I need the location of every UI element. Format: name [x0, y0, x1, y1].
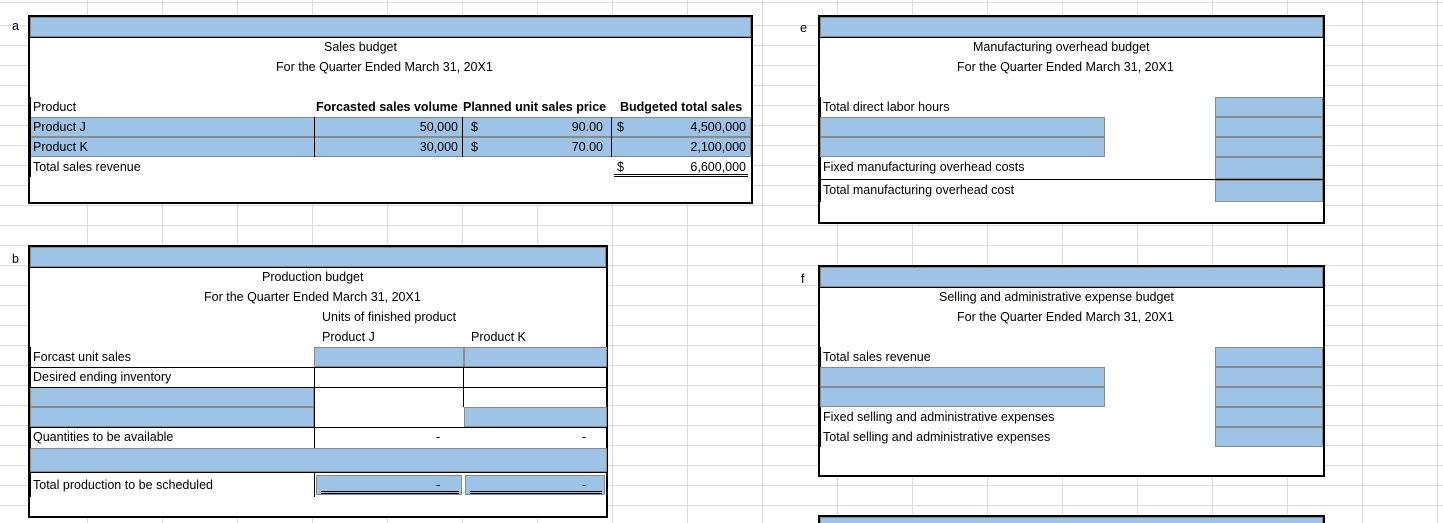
- selling-var-rate-input-1[interactable]: [820, 367, 1105, 387]
- sales-row-j-volume: 50,000: [419, 120, 458, 134]
- sales-row-j-price: 90.00: [571, 120, 603, 134]
- selling-title: Selling and administrative expense budge…: [939, 290, 1174, 304]
- section-letter-f: f: [801, 272, 805, 286]
- production-ending-label: Desired ending inventory: [33, 370, 172, 384]
- overhead-total-label: Total manufacturing overhead cost: [823, 183, 1015, 197]
- selling-revenue-input[interactable]: [1215, 347, 1323, 367]
- selling-total-input[interactable]: [1215, 427, 1323, 447]
- production-budget-title: Production budget: [262, 270, 364, 284]
- selling-header-input[interactable]: [820, 267, 1323, 287]
- overhead-var-value-input-1[interactable]: [1215, 117, 1323, 137]
- production-forecast-k-input[interactable]: [464, 347, 607, 367]
- sales-header-volume: Forcasted sales volume: [316, 100, 458, 114]
- production-available-j: -: [436, 430, 441, 444]
- sales-total-double-underline: [614, 173, 748, 177]
- selling-subtitle: For the Quarter Ended March 31, 20X1: [957, 310, 1174, 324]
- production-forecast-j-input[interactable]: [314, 347, 464, 367]
- overhead-title: Manufacturing overhead budget: [973, 40, 1150, 54]
- section-letter-e: e: [800, 21, 807, 35]
- selling-fixed-label: Fixed selling and administrative expense…: [823, 410, 1055, 424]
- sales-budget-header-input[interactable]: [30, 17, 751, 37]
- production-col-j: Product J: [322, 330, 375, 344]
- overhead-fixed-label: Fixed manufacturing overhead costs: [823, 160, 1025, 174]
- sales-row-k-price: 70.00: [571, 140, 603, 154]
- production-row-input-2[interactable]: [30, 407, 314, 427]
- overhead-labor-label: Total direct labor hours: [823, 100, 950, 114]
- production-available-k: -: [582, 430, 587, 444]
- production-forecast-label: Forcast unit sales: [33, 350, 131, 364]
- production-total-k-underline: [470, 490, 602, 494]
- production-k-input-2[interactable]: [464, 407, 607, 427]
- production-total-label: Total production to be scheduled: [33, 478, 213, 492]
- sales-header-product: Product: [33, 100, 77, 114]
- overhead-fixed-input[interactable]: [1215, 157, 1323, 179]
- section-letter-a: a: [12, 19, 19, 33]
- selling-total-label: Total selling and administrative expense…: [823, 430, 1051, 444]
- sales-row-k-label: Product K: [33, 140, 88, 154]
- sales-budget-title-wrap: Sales budget: [30, 38, 751, 56]
- selling-var-value-input-2[interactable]: [1215, 387, 1323, 407]
- section-letter-b: b: [12, 252, 19, 266]
- sales-budget-title: Sales budget: [324, 40, 397, 54]
- sales-header-price: Planned unit sales price: [463, 100, 607, 114]
- production-col-k: Product K: [471, 330, 526, 344]
- selling-fixed-input[interactable]: [1215, 407, 1323, 427]
- production-row-input-1[interactable]: [30, 387, 314, 407]
- overhead-labor-input[interactable]: [1215, 97, 1323, 117]
- production-row-input-3[interactable]: [30, 448, 607, 472]
- sales-row-k-volume: 30,000: [419, 140, 458, 154]
- sales-row-k-total: 2,100,000: [690, 140, 746, 154]
- sales-budget-subtitle: For the Quarter Ended March 31, 20X1: [276, 60, 493, 74]
- overhead-total-input[interactable]: [1215, 180, 1323, 202]
- selling-revenue-label: Total sales revenue: [823, 350, 931, 364]
- selling-var-rate-input-2[interactable]: [820, 387, 1105, 407]
- production-budget-subtitle: For the Quarter Ended March 31, 20X1: [204, 290, 421, 304]
- overhead-var-value-input-2[interactable]: [1215, 137, 1323, 157]
- sales-row-j-label: Product J: [33, 120, 86, 134]
- overhead-var-rate-input-2[interactable]: [820, 137, 1105, 157]
- overhead-var-rate-input-1[interactable]: [820, 117, 1105, 137]
- sales-row-j-total: 4,500,000: [690, 120, 746, 134]
- next-budget-header-input[interactable]: [820, 517, 1323, 523]
- overhead-header-input[interactable]: [820, 17, 1323, 37]
- overhead-subtitle: For the Quarter Ended March 31, 20X1: [957, 60, 1174, 74]
- selling-var-value-input-1[interactable]: [1215, 367, 1323, 387]
- sales-total-label: Total sales revenue: [33, 160, 141, 174]
- production-budget-header-input[interactable]: [30, 247, 606, 267]
- sales-header-total: Budgeted total sales: [620, 100, 743, 114]
- production-total-j-underline: [321, 490, 459, 494]
- production-units-header: Units of finished product: [322, 310, 457, 324]
- production-available-label: Quantities to be available: [33, 430, 174, 444]
